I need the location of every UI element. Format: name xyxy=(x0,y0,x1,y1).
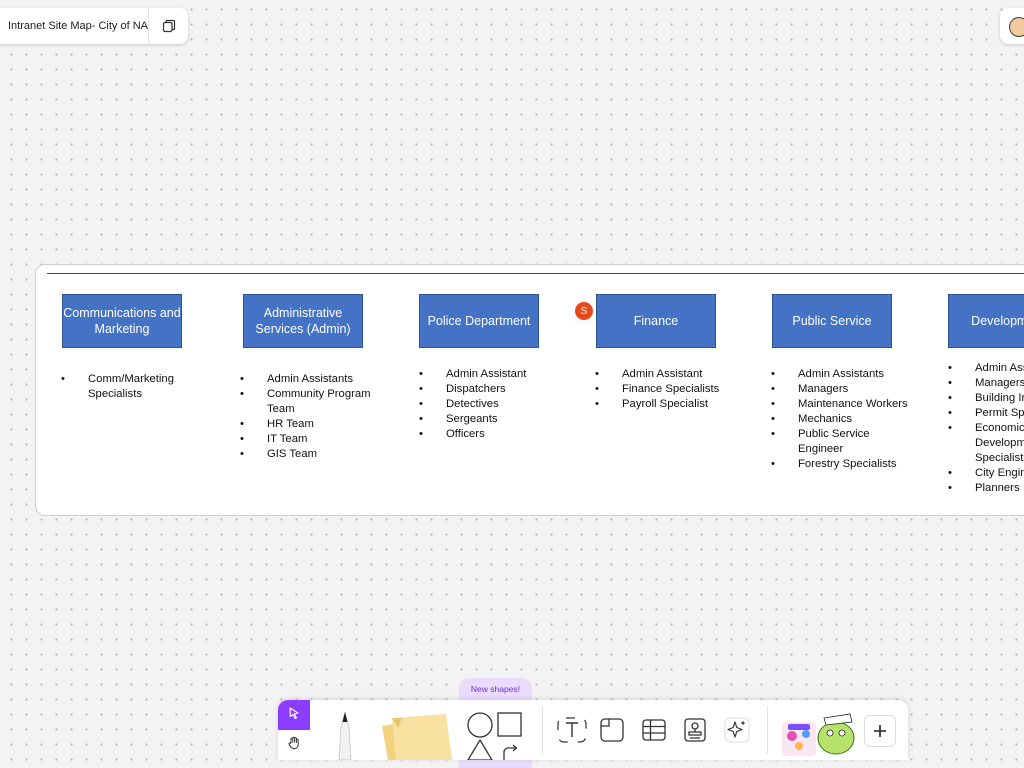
copy-icon[interactable] xyxy=(149,8,188,44)
ai-tool-button[interactable] xyxy=(721,714,753,746)
list-item: Managers xyxy=(771,382,911,397)
list-item: Admin Assistants xyxy=(948,361,1024,376)
list-item: Planners xyxy=(948,481,1024,496)
dept-box-administrative[interactable]: Administrative Services (Admin) xyxy=(243,294,363,348)
dept-box-development[interactable]: Development xyxy=(948,294,1024,348)
stamp-tool-button[interactable] xyxy=(679,714,711,746)
avatar xyxy=(1009,17,1024,37)
sitemap-frame[interactable]: Communications and Marketing Comm/Market… xyxy=(35,264,1024,516)
dept-box-communications[interactable]: Communications and Marketing xyxy=(62,294,182,348)
list-item: Sergeants xyxy=(419,412,559,427)
dept-box-public-service[interactable]: Public Service xyxy=(772,294,892,348)
list-item: Finance Specialists xyxy=(595,382,735,397)
dept-list-administrative: Admin Assistants Community Program Team … xyxy=(240,372,380,462)
dept-list-public-service: Admin Assistants Managers Maintenance Wo… xyxy=(771,367,911,472)
shapes-icon xyxy=(466,712,522,761)
list-item: Permit Specialists xyxy=(948,406,1024,421)
list-item: Forestry Specialists xyxy=(771,457,911,472)
add-button[interactable] xyxy=(864,715,896,747)
table-tool-button[interactable] xyxy=(638,714,670,746)
frame-icon xyxy=(600,718,624,742)
file-title-bar: Intranet Site Map- City of NA xyxy=(0,8,188,44)
stamp-icon xyxy=(684,718,706,742)
dept-list-communications: Comm/Marketing Specialists xyxy=(61,372,201,402)
list-item: Dispatchers xyxy=(419,382,559,397)
table-icon xyxy=(642,719,666,741)
header-divider-line xyxy=(47,273,1024,274)
dept-list-development: Admin Assistants Managers Building Inspe… xyxy=(948,361,1024,496)
list-item: Admin Assistant xyxy=(595,367,735,382)
list-item: Officers xyxy=(419,427,559,442)
frame-tool-button[interactable] xyxy=(596,714,628,746)
stickers-icon xyxy=(782,713,855,756)
sticky-note-tool-button[interactable] xyxy=(376,710,456,760)
list-item: Maintenance Workers xyxy=(771,397,911,412)
list-item: Admin Assistant xyxy=(419,367,559,382)
ai-sparkle-icon xyxy=(724,717,750,743)
list-item: Managers xyxy=(948,376,1024,391)
list-item: Admin Assistants xyxy=(771,367,911,382)
list-item: Mechanics xyxy=(771,412,911,427)
list-item: Community Program Team xyxy=(240,387,380,417)
dept-box-police[interactable]: Police Department xyxy=(419,294,539,348)
list-item: Detectives xyxy=(419,397,559,412)
bottom-toolbar xyxy=(278,700,908,761)
list-item: Public Service Engineer xyxy=(771,427,911,457)
dept-list-police: Admin Assistant Dispatchers Detectives S… xyxy=(419,367,559,442)
hand-tool-button[interactable] xyxy=(278,730,310,760)
list-item: Payroll Specialist xyxy=(595,397,735,412)
dept-box-finance[interactable]: Finance xyxy=(596,294,716,348)
add-icon xyxy=(874,725,886,737)
collaborator-cursor-badge: S xyxy=(575,302,593,320)
user-avatar-button[interactable] xyxy=(1000,8,1024,44)
list-item: IT Team xyxy=(240,432,380,447)
pen-icon xyxy=(338,711,352,761)
pen-tool-button[interactable] xyxy=(330,710,360,761)
file-title[interactable]: Intranet Site Map- City of NA xyxy=(0,20,148,32)
list-item: Building Inspectors xyxy=(948,391,1024,406)
list-item: City Engineers xyxy=(948,466,1024,481)
text-icon xyxy=(557,717,587,743)
stickers-button[interactable] xyxy=(780,708,860,760)
sticky-note-icon xyxy=(382,714,452,760)
list-item: Comm/Marketing Specialists xyxy=(61,372,201,402)
shapes-tool-button[interactable] xyxy=(464,710,524,761)
list-item: Economic Development Specialists xyxy=(948,421,1024,466)
toolbar-divider xyxy=(542,706,543,754)
hand-icon xyxy=(287,736,301,755)
new-shapes-label: New shapes! xyxy=(470,684,521,694)
text-tool-button[interactable] xyxy=(556,714,588,746)
dept-list-finance: Admin Assistant Finance Specialists Payr… xyxy=(595,367,735,412)
toolbar-divider xyxy=(767,706,768,754)
select-tool-button[interactable] xyxy=(278,700,310,730)
list-item: Admin Assistants xyxy=(240,372,380,387)
select-icon xyxy=(288,706,300,724)
list-item: HR Team xyxy=(240,417,380,432)
list-item: GIS Team xyxy=(240,447,380,462)
